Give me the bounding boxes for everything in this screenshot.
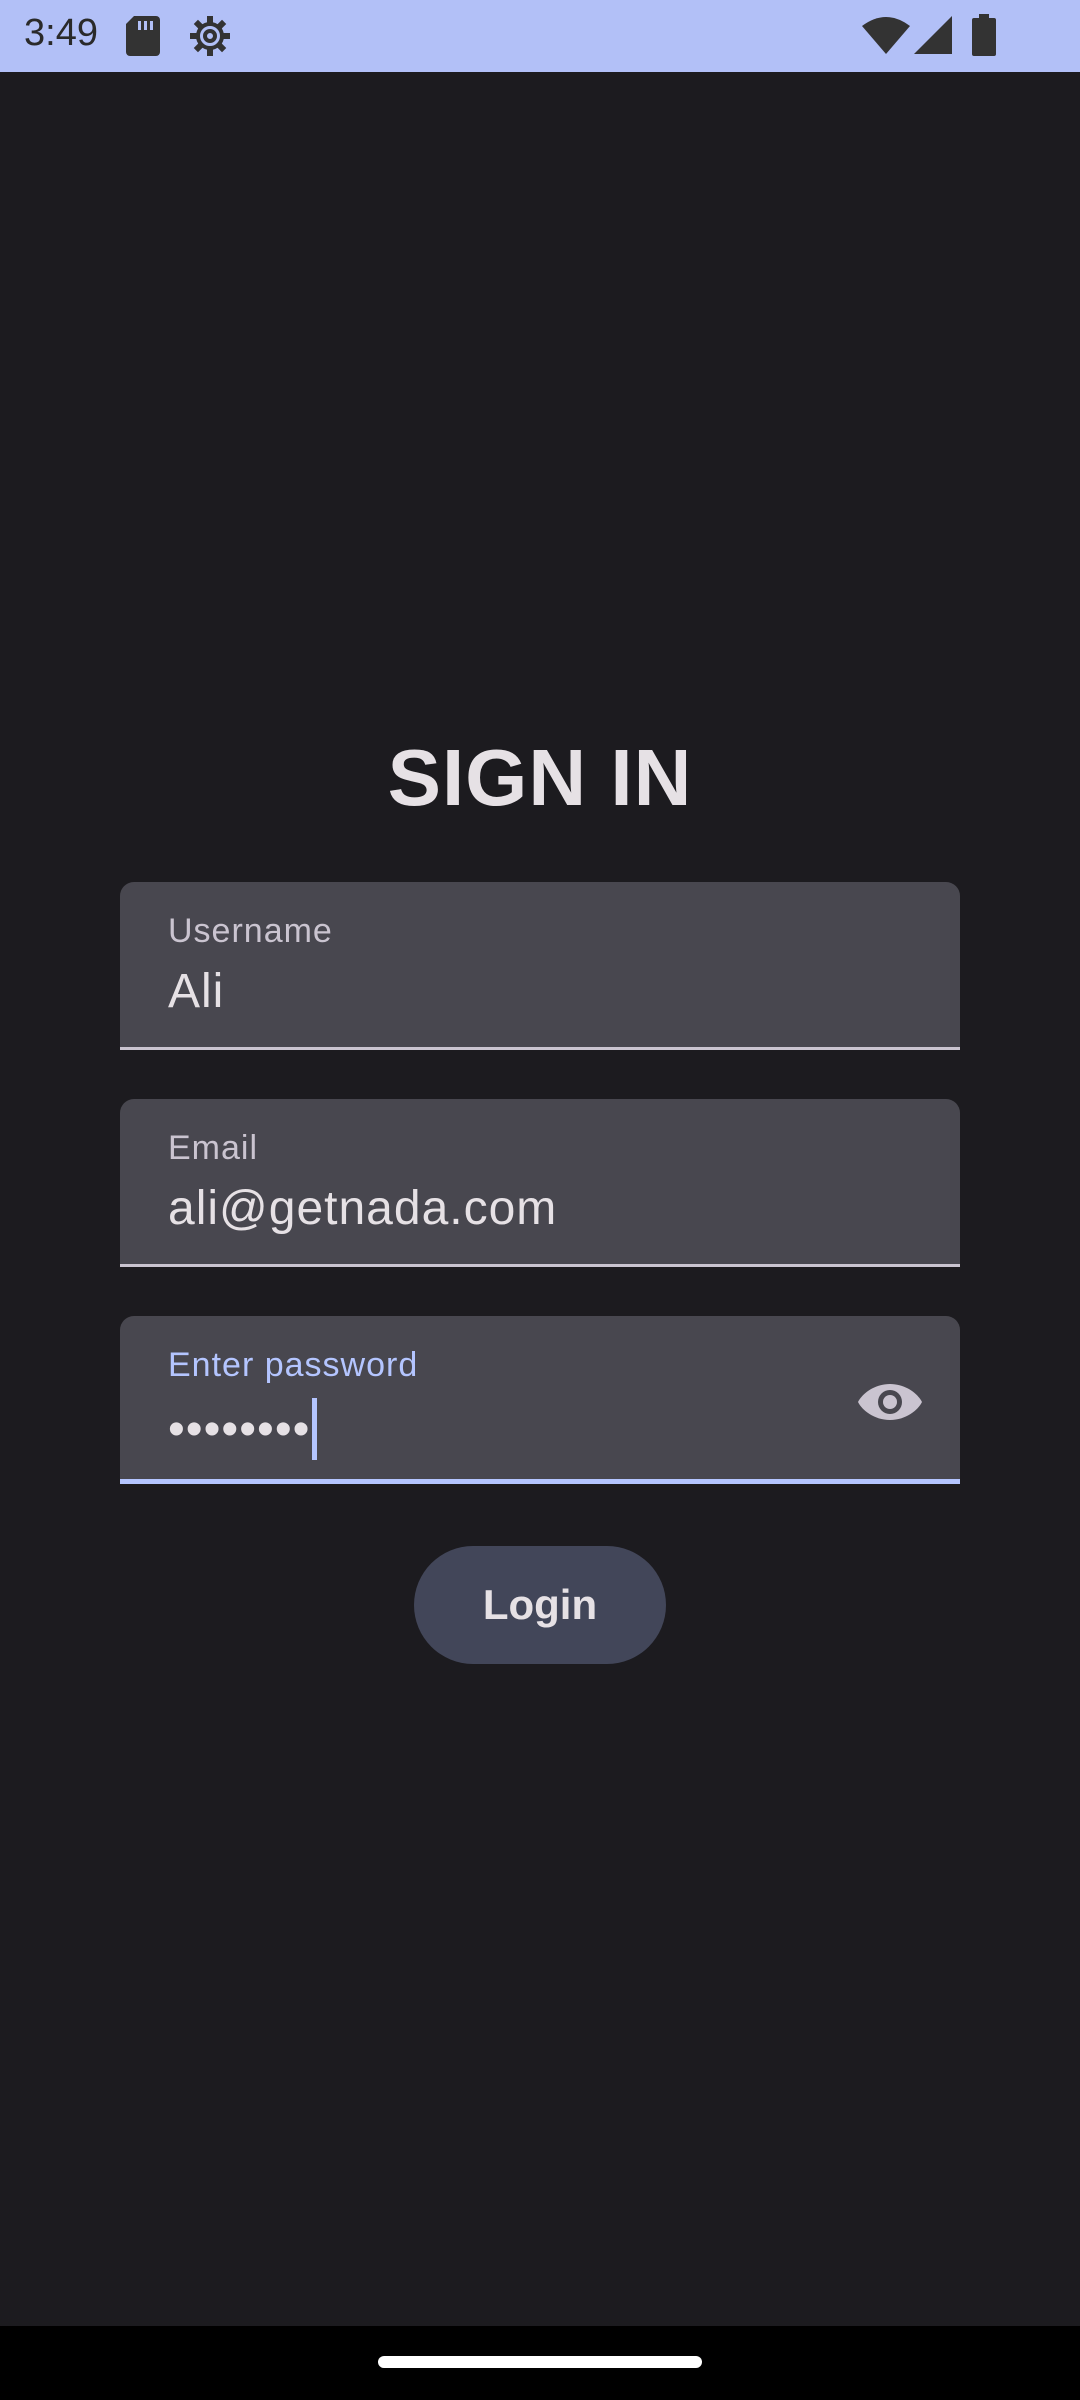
status-bar: 3:49 (0, 0, 1080, 72)
text-cursor (312, 1398, 318, 1460)
home-gesture-handle[interactable] (378, 2356, 702, 2368)
page-title: SIGN IN (387, 733, 693, 822)
sign-in-screen: 3:49 SIGN IN Username Ali Email ali@getn… (0, 0, 1080, 2400)
email-input[interactable]: ali@getnada.com (168, 1181, 557, 1236)
username-label: Username (168, 912, 333, 950)
login-button[interactable]: Login (414, 1546, 666, 1664)
password-input[interactable]: •••••••• (168, 1398, 318, 1460)
password-field[interactable]: Enter password •••••••• (120, 1316, 960, 1484)
navigation-bar (0, 2326, 1080, 2400)
battery-icon (972, 14, 996, 56)
visibility-toggle-icon[interactable] (856, 1368, 924, 1436)
email-field[interactable]: Email ali@getnada.com (120, 1099, 960, 1267)
username-input[interactable]: Ali (168, 964, 224, 1019)
username-field[interactable]: Username Ali (120, 882, 960, 1050)
status-time: 3:49 (24, 12, 98, 54)
password-masked-value: •••••••• (168, 1402, 311, 1456)
password-label: Enter password (168, 1346, 419, 1384)
wifi-icon (862, 17, 910, 54)
email-label: Email (168, 1129, 259, 1167)
sd-card-icon (126, 16, 160, 56)
gear-icon (190, 16, 230, 56)
cell-signal-icon (914, 16, 952, 54)
